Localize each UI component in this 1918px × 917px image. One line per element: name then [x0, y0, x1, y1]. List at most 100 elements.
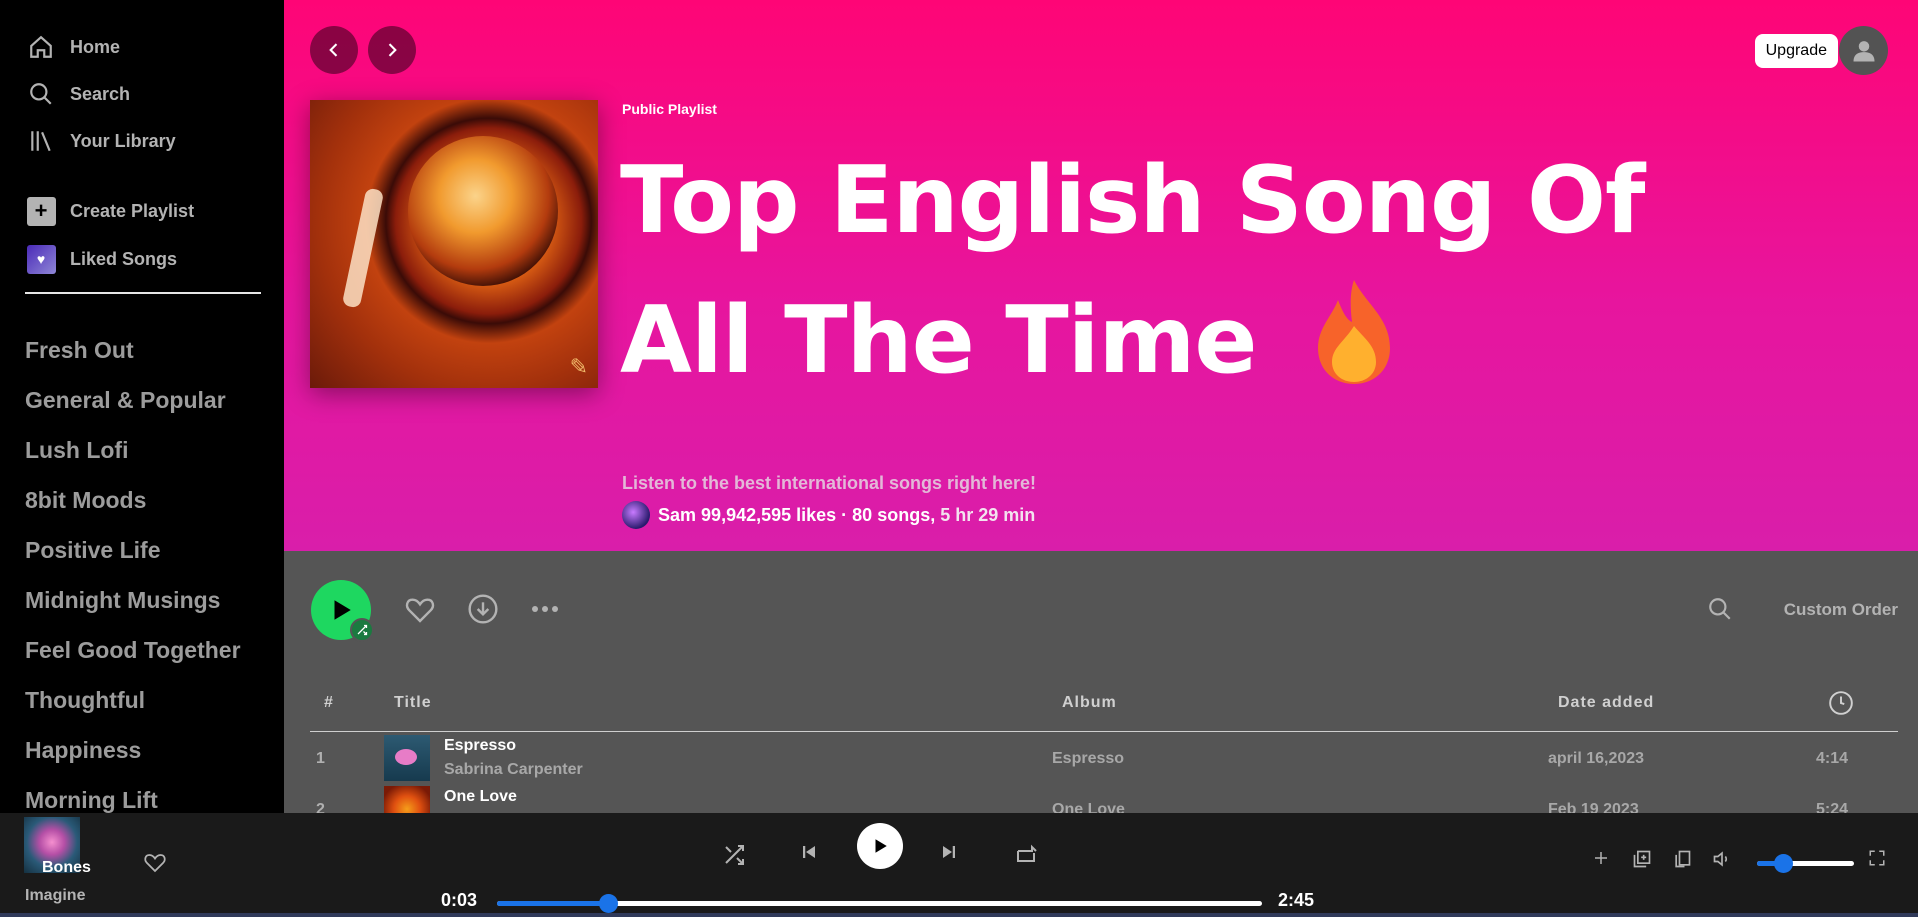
sort-dropdown[interactable]: Custom Order	[1784, 600, 1898, 620]
sidebar-playlist-item[interactable]: Feel Good Together	[25, 633, 241, 683]
volume-slider[interactable]	[1757, 854, 1854, 873]
skip-back-icon	[803, 846, 815, 858]
header-title[interactable]: Title	[394, 694, 432, 712]
repeat-button[interactable]	[1014, 843, 1038, 867]
home-icon	[26, 32, 56, 62]
track-number: 1	[316, 750, 325, 767]
heart-outline-icon	[405, 598, 435, 623]
sidebar-playlist-item[interactable]: Positive Life	[25, 533, 241, 583]
current-time: 0:03	[441, 890, 478, 910]
upgrade-button[interactable]: Upgrade	[1754, 34, 1838, 68]
player-bar: Bones Imagine 0:03 2:45	[0, 813, 1918, 917]
volume-icon	[1713, 851, 1728, 867]
device-icon	[1675, 850, 1691, 868]
volume-knob[interactable]	[1774, 854, 1794, 873]
table-row[interactable]: 2 One Love One Love Feb 19 2023 5:24	[310, 784, 1898, 813]
nav-library[interactable]: Your Library	[26, 126, 176, 156]
track-title[interactable]: Espresso	[444, 737, 516, 755]
user-icon	[1853, 40, 1874, 61]
progress-fill	[497, 901, 608, 906]
shuffle-button[interactable]	[722, 843, 746, 867]
user-avatar[interactable]	[1839, 26, 1888, 75]
download-button[interactable]	[465, 591, 501, 627]
playlist-description: Listen to the best international songs r…	[622, 473, 1037, 493]
likes-count: 99,942,595 likes	[701, 504, 837, 525]
sidebar-playlist-item[interactable]: Lush Lofi	[25, 433, 241, 483]
play-icon	[334, 600, 351, 620]
sidebar-playlist-item[interactable]: Thoughtful	[25, 683, 241, 733]
sidebar-playlist-item[interactable]: Midnight Musings	[25, 583, 241, 633]
playlist-duration: 5 hr 29 min	[935, 504, 1036, 525]
track-artist[interactable]: Sabrina Carpenter	[444, 761, 583, 779]
track-duration: 5:24	[1816, 801, 1849, 813]
track-art	[384, 735, 430, 781]
like-track-button[interactable]	[143, 850, 167, 879]
search-icon	[26, 79, 56, 109]
owner-avatar[interactable]	[622, 501, 650, 529]
owner-name[interactable]: Sam	[658, 505, 696, 526]
fullscreen-button[interactable]	[1868, 849, 1886, 867]
meta-separator: ·	[836, 504, 853, 525]
plus-icon	[1595, 852, 1607, 864]
download-icon	[468, 594, 498, 624]
progress-bar[interactable]	[497, 894, 1262, 913]
sidebar-playlist-item[interactable]: 8bit Moods	[25, 483, 241, 533]
next-button[interactable]	[940, 843, 958, 861]
header-num: #	[324, 694, 334, 711]
heart-outline-icon	[144, 854, 166, 873]
add-button[interactable]	[1592, 849, 1610, 867]
nav-library-label: Your Library	[70, 130, 176, 151]
playlist-title-text: Top English Song Of All The Time	[620, 146, 1645, 394]
pencil-icon[interactable]: ✎	[570, 354, 588, 380]
search-icon	[1709, 598, 1731, 620]
nav-home[interactable]: Home	[26, 32, 120, 62]
now-playing-artist[interactable]: Imagine	[25, 887, 85, 905]
save-playlist-button[interactable]	[402, 591, 438, 627]
cover-moon	[408, 136, 558, 286]
nav-home-label: Home	[70, 36, 121, 57]
playlist-cover[interactable]: ✎	[310, 100, 598, 388]
sidebar-playlist-item[interactable]: Fresh Out	[25, 333, 241, 383]
playlist-list: Fresh Out General & Popular Lush Lofi 8b…	[25, 333, 241, 813]
player-bottom-line	[0, 913, 1918, 917]
sidebar-playlist-item[interactable]: Morning Lift	[25, 783, 241, 813]
playlist-meta: Sam 99,942,595 likes · 80 songs, 5 hr 29…	[622, 501, 1035, 529]
sidebar-playlist-item[interactable]: General & Popular	[25, 383, 241, 433]
playlist-header: Upgrade ✎ Public Playlist Top English So…	[284, 0, 1918, 551]
device-button[interactable]	[1672, 849, 1692, 869]
header-album[interactable]: Album	[1062, 694, 1117, 712]
now-playing-title[interactable]: Bones	[42, 859, 91, 877]
shuffle-icon	[357, 624, 368, 636]
liked-songs-button[interactable]: ♥ Liked Songs	[26, 244, 177, 274]
table-row[interactable]: 1 Espresso Sabrina Carpenter Espresso ap…	[310, 733, 1898, 784]
volume-button[interactable]	[1712, 849, 1732, 869]
chevron-left-icon	[329, 43, 338, 57]
sidebar-divider	[25, 292, 261, 294]
progress-knob[interactable]	[598, 894, 618, 913]
track-duration: 4:14	[1816, 750, 1849, 767]
songs-count: 80 songs,	[852, 504, 936, 525]
header-date[interactable]: Date added	[1558, 694, 1654, 712]
more-icon	[532, 606, 558, 612]
more-options-button[interactable]	[527, 591, 563, 627]
playlist-type: Public Playlist	[622, 101, 717, 117]
track-album[interactable]: Espresso	[1052, 750, 1124, 768]
fire-icon	[1317, 280, 1390, 384]
create-playlist-button[interactable]: + Create Playlist	[26, 196, 194, 226]
smart-shuffle-button[interactable]	[350, 618, 374, 642]
track-title[interactable]: One Love	[444, 788, 517, 806]
forward-button[interactable]	[368, 26, 416, 74]
queue-button[interactable]	[1632, 849, 1652, 869]
back-button[interactable]	[310, 26, 358, 74]
fullscreen-icon	[1869, 850, 1885, 866]
player-play-button[interactable]	[857, 823, 903, 869]
nav-search[interactable]: Search	[26, 79, 130, 109]
track-album[interactable]: One Love	[1052, 801, 1125, 813]
playlist-search-button[interactable]	[1702, 591, 1738, 627]
create-playlist-label: Create Playlist	[70, 200, 195, 221]
nav-search-label: Search	[70, 83, 131, 104]
sidebar-playlist-item[interactable]: Happiness	[25, 733, 241, 783]
previous-button[interactable]	[800, 843, 818, 861]
queue-icon	[1633, 850, 1651, 868]
sidebar: Home Search Your Library + Create Playli…	[0, 0, 284, 813]
